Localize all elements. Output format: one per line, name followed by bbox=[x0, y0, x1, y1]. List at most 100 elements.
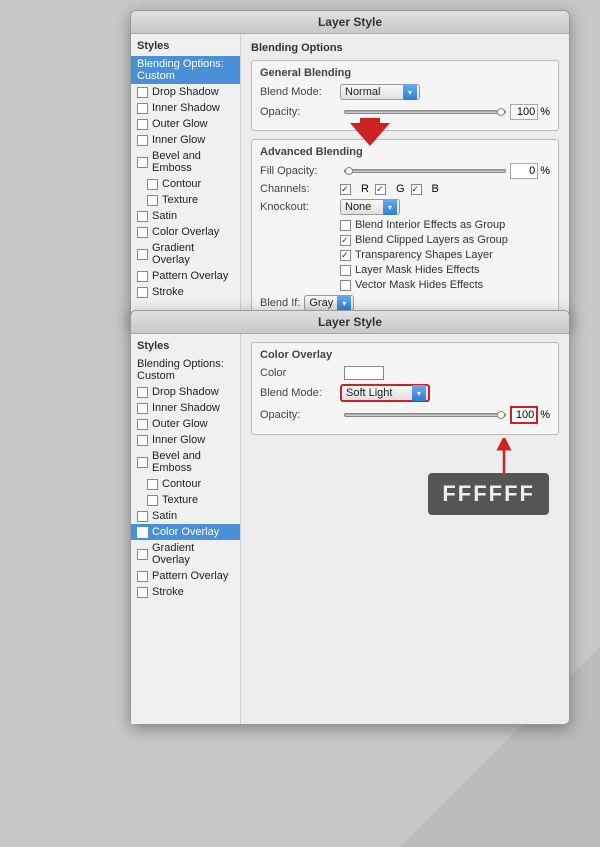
bottom-drop-shadow-cb[interactable] bbox=[137, 387, 148, 398]
bottom-sidebar-texture[interactable]: Texture bbox=[131, 492, 240, 508]
bottom-sidebar-title: Styles bbox=[131, 338, 240, 356]
bottom-sidebar-gradient-overlay[interactable]: Gradient Overlay bbox=[131, 540, 240, 568]
sidebar-item-gradient-overlay-top[interactable]: Gradient Overlay bbox=[131, 240, 240, 268]
blend-mode-arrow-top: ▾ bbox=[403, 84, 417, 100]
opacity-thumb-bottom[interactable] bbox=[497, 411, 505, 419]
color-swatch[interactable] bbox=[344, 366, 384, 380]
bottom-sidebar-color-overlay[interactable]: ✓ Color Overlay bbox=[131, 524, 240, 540]
vector-mask-checkbox[interactable] bbox=[340, 280, 351, 291]
sidebar-item-contour[interactable]: Contour bbox=[131, 176, 240, 192]
advanced-blending-label: Advanced Blending bbox=[260, 146, 550, 158]
knockout-label: Knockout: bbox=[260, 201, 340, 213]
bottom-sidebar-pattern-overlay[interactable]: Pattern Overlay bbox=[131, 568, 240, 584]
blend-mode-label-top: Blend Mode: bbox=[260, 86, 340, 98]
bottom-color-overlay-cb[interactable]: ✓ bbox=[137, 527, 148, 538]
fill-opacity-input[interactable] bbox=[510, 163, 538, 179]
knockout-value: None bbox=[345, 201, 371, 213]
blend-clipped-checkbox[interactable] bbox=[340, 235, 351, 246]
top-dialog-titlebar: Layer Style bbox=[131, 11, 569, 34]
bottom-texture-cb[interactable] bbox=[147, 495, 158, 506]
opacity-slider-bottom[interactable] bbox=[344, 413, 506, 417]
stroke-top-checkbox[interactable] bbox=[137, 287, 148, 298]
bottom-sidebar-contour[interactable]: Contour bbox=[131, 476, 240, 492]
bottom-stroke-cb[interactable] bbox=[137, 587, 148, 598]
sidebar-item-drop-shadow[interactable]: Drop Shadow bbox=[131, 84, 240, 100]
bottom-gradient-overlay-cb[interactable] bbox=[137, 549, 148, 560]
channel-g-checkbox[interactable] bbox=[375, 184, 386, 195]
bottom-sidebar-outer-glow[interactable]: Outer Glow bbox=[131, 416, 240, 432]
blend-if-arrow: ▾ bbox=[337, 295, 351, 311]
top-layer-style-dialog: Layer Style Styles Blending Options: Cus… bbox=[130, 10, 570, 325]
bottom-contour-cb[interactable] bbox=[147, 479, 158, 490]
bottom-sidebar-inner-glow[interactable]: Inner Glow bbox=[131, 432, 240, 448]
sidebar-item-inner-shadow[interactable]: Inner Shadow bbox=[131, 100, 240, 116]
opacity-input-top[interactable] bbox=[510, 104, 538, 120]
bottom-inner-glow-cb[interactable] bbox=[137, 435, 148, 446]
knockout-arrow: ▾ bbox=[383, 199, 397, 215]
bottom-dialog-titlebar: Layer Style bbox=[131, 311, 569, 334]
sidebar-item-inner-glow[interactable]: Inner Glow bbox=[131, 132, 240, 148]
outer-glow-checkbox[interactable] bbox=[137, 119, 148, 130]
bottom-pattern-overlay-cb[interactable] bbox=[137, 571, 148, 582]
sidebar-item-pattern-overlay-top[interactable]: Pattern Overlay bbox=[131, 268, 240, 284]
knockout-select[interactable]: None ▾ bbox=[340, 199, 400, 215]
blend-if-row: Blend If: Gray ▾ bbox=[260, 295, 550, 311]
sidebar-item-bevel-emboss[interactable]: Bevel and Emboss bbox=[131, 148, 240, 176]
bottom-sidebar-bevel-emboss[interactable]: Bevel and Emboss bbox=[131, 448, 240, 476]
bottom-sidebar-inner-shadow[interactable]: Inner Shadow bbox=[131, 400, 240, 416]
color-overlay-top-checkbox[interactable] bbox=[137, 227, 148, 238]
sidebar-item-satin[interactable]: Satin bbox=[131, 208, 240, 224]
hex-label: FFFFFF bbox=[428, 473, 549, 515]
opacity-input-bottom[interactable] bbox=[510, 406, 538, 424]
satin-checkbox[interactable] bbox=[137, 211, 148, 222]
transparency-shapes-row: Transparency Shapes Layer bbox=[340, 249, 550, 261]
opacity-label-bottom: Opacity: bbox=[260, 409, 340, 421]
contour-checkbox[interactable] bbox=[147, 179, 158, 190]
color-overlay-section: Color Overlay Color Blend Mode: Soft Lig… bbox=[251, 342, 559, 435]
fill-opacity-slider[interactable] bbox=[344, 169, 506, 173]
fill-opacity-thumb[interactable] bbox=[345, 167, 353, 175]
blend-if-label: Blend If: bbox=[260, 297, 300, 309]
bottom-sidebar-satin[interactable]: Satin bbox=[131, 508, 240, 524]
sidebar-item-texture[interactable]: Texture bbox=[131, 192, 240, 208]
sidebar-item-blending-options[interactable]: Blending Options: Custom bbox=[131, 56, 240, 84]
blend-mode-select-bottom[interactable]: Soft Light ▾ bbox=[340, 384, 430, 402]
top-sidebar-title: Styles bbox=[131, 38, 240, 56]
annotation-area: FFFFFF bbox=[251, 443, 559, 563]
gradient-overlay-top-checkbox[interactable] bbox=[137, 249, 148, 260]
bottom-outer-glow-cb[interactable] bbox=[137, 419, 148, 430]
layer-mask-checkbox[interactable] bbox=[340, 265, 351, 276]
pattern-overlay-top-checkbox[interactable] bbox=[137, 271, 148, 282]
inner-shadow-checkbox[interactable] bbox=[137, 103, 148, 114]
opacity-slider-top[interactable] bbox=[344, 110, 506, 114]
channel-b-checkbox[interactable] bbox=[411, 184, 422, 195]
transparency-shapes-checkbox[interactable] bbox=[340, 250, 351, 261]
color-row: Color bbox=[260, 366, 550, 380]
blend-interior-checkbox[interactable] bbox=[340, 220, 351, 231]
bottom-sidebar-blending-options[interactable]: Blending Options: Custom bbox=[131, 356, 240, 384]
blend-clipped-row: Blend Clipped Layers as Group bbox=[340, 234, 550, 246]
bottom-inner-shadow-cb[interactable] bbox=[137, 403, 148, 414]
opacity-thumb-top[interactable] bbox=[497, 108, 505, 116]
blend-mode-row-bottom: Blend Mode: Soft Light ▾ bbox=[260, 384, 550, 402]
fill-opacity-unit: % bbox=[540, 165, 550, 177]
bottom-sidebar-drop-shadow[interactable]: Drop Shadow bbox=[131, 384, 240, 400]
bottom-satin-cb[interactable] bbox=[137, 511, 148, 522]
blend-if-select[interactable]: Gray ▾ bbox=[304, 295, 354, 311]
bevel-emboss-checkbox[interactable] bbox=[137, 157, 148, 168]
bottom-dialog-title: Layer Style bbox=[318, 315, 382, 329]
bottom-bevel-emboss-cb[interactable] bbox=[137, 457, 148, 468]
inner-glow-checkbox[interactable] bbox=[137, 135, 148, 146]
sidebar-item-stroke-top[interactable]: Stroke bbox=[131, 284, 240, 300]
texture-checkbox[interactable] bbox=[147, 195, 158, 206]
blend-mode-select-top[interactable]: Normal ▾ bbox=[340, 84, 420, 100]
sidebar-item-color-overlay-top[interactable]: Color Overlay bbox=[131, 224, 240, 240]
bottom-sidebar-stroke[interactable]: Stroke bbox=[131, 584, 240, 600]
sidebar-item-outer-glow[interactable]: Outer Glow bbox=[131, 116, 240, 132]
channels-label: Channels: bbox=[260, 183, 340, 195]
bottom-main-panel: Color Overlay Color Blend Mode: Soft Lig… bbox=[241, 334, 569, 724]
top-dialog-body: Styles Blending Options: Custom Drop Sha… bbox=[131, 34, 569, 324]
channel-r-checkbox[interactable] bbox=[340, 184, 351, 195]
drop-shadow-checkbox[interactable] bbox=[137, 87, 148, 98]
blend-if-value: Gray bbox=[309, 297, 333, 309]
